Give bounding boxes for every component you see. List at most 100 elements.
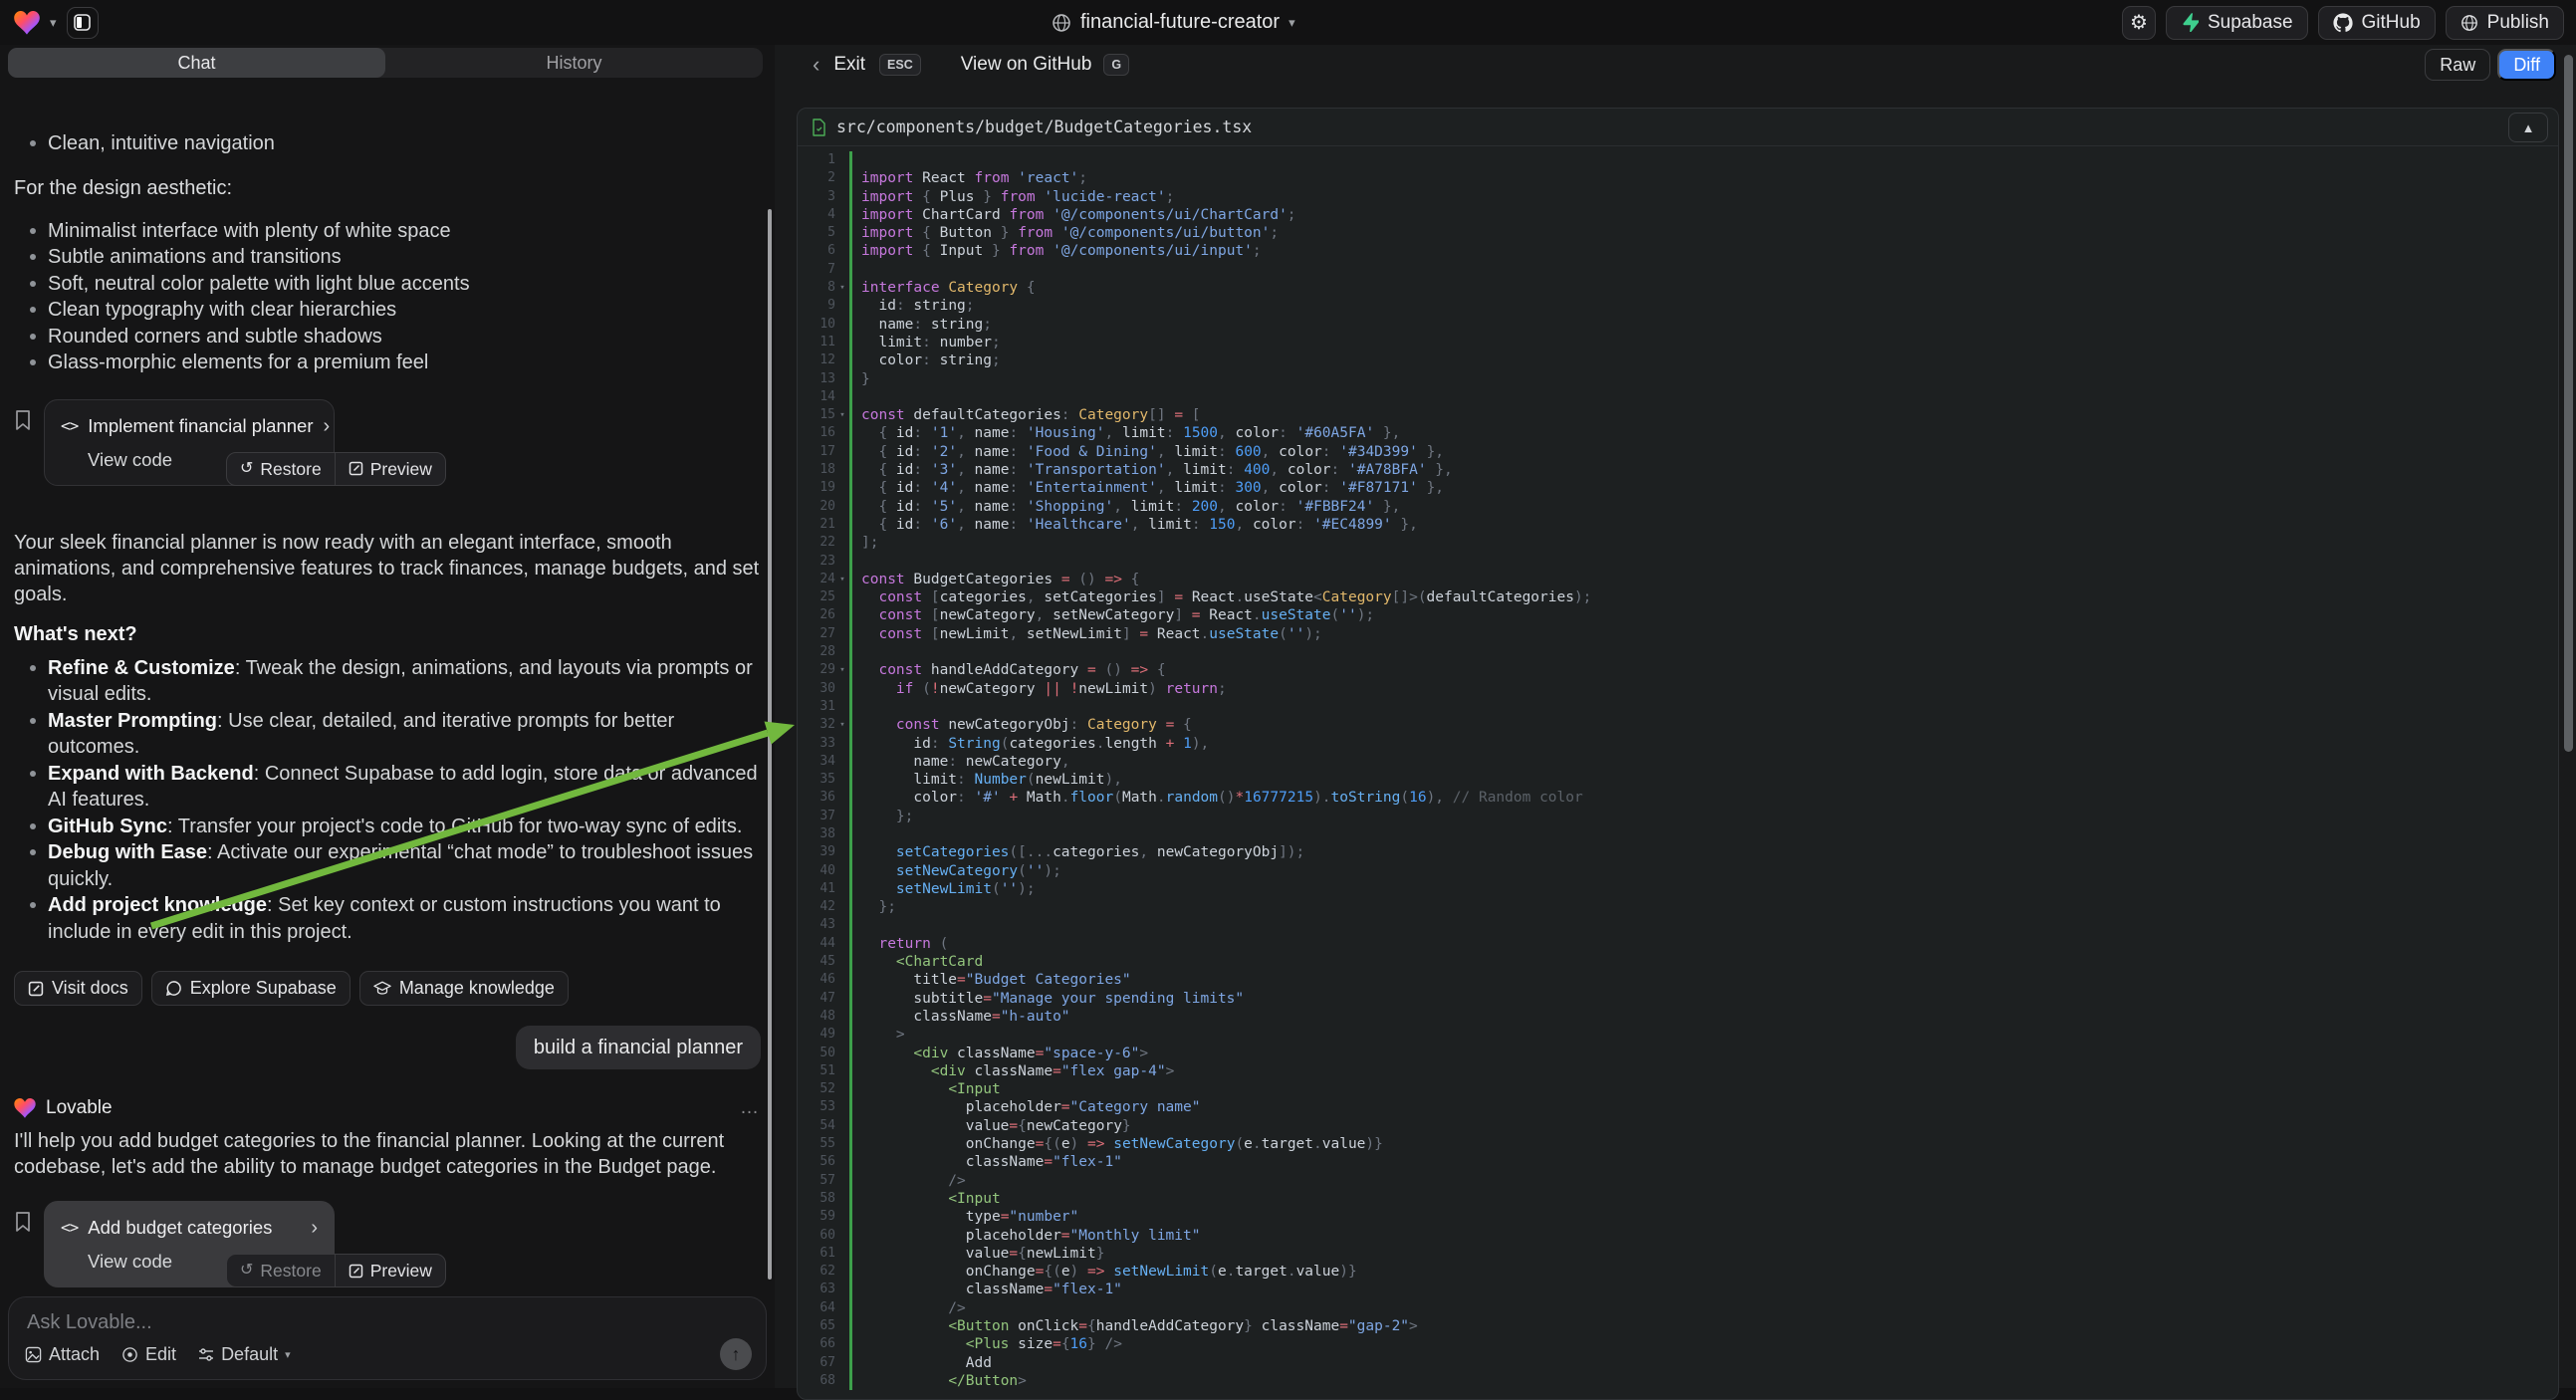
line-number: 40 (798, 862, 835, 880)
bullet-item: Refine & Customize: Tweak the design, an… (14, 655, 761, 708)
back-chevron-icon[interactable]: ‹ (813, 52, 820, 78)
chat-scrollbar[interactable] (768, 209, 772, 1280)
restore-button[interactable]: ↺ Restore (227, 453, 335, 485)
bullet-item: Glass-morphic elements for a premium fee… (14, 350, 761, 376)
version-card-add-budget-categories[interactable]: <> Add budget categories › View code ↺ R… (44, 1201, 335, 1287)
fold-chevron-icon (835, 1098, 849, 1116)
chevron-down-icon: ▾ (1288, 15, 1295, 31)
fold-chevron-icon (835, 461, 849, 479)
code-line: 23 (798, 553, 2558, 571)
code-line: 13} (798, 370, 2558, 388)
send-button[interactable]: ↑ (720, 1338, 752, 1370)
line-number: 20 (798, 498, 835, 516)
line-number: 6 (798, 242, 835, 260)
restore-button[interactable]: ↺ Restore (227, 1255, 335, 1286)
code-line: 14 (798, 388, 2558, 406)
tab-chat[interactable]: Chat (8, 48, 385, 78)
line-number: 9 (798, 297, 835, 315)
chevron-right-icon: › (324, 413, 331, 439)
fold-chevron-icon[interactable]: ▾ (835, 406, 849, 424)
version-toolbar: ↺ Restore Preview (226, 1254, 446, 1287)
line-number: 25 (798, 588, 835, 606)
line-number: 35 (798, 771, 835, 789)
code-line: 65 <Button onClick={handleAddCategory} c… (798, 1317, 2558, 1335)
line-number: 60 (798, 1227, 835, 1245)
github-icon (2333, 13, 2353, 33)
fold-chevron-icon (835, 534, 849, 552)
line-number: 31 (798, 698, 835, 716)
fold-chevron-icon (835, 242, 849, 260)
github-button[interactable]: GitHub (2318, 6, 2436, 40)
exit-button[interactable]: Exit (833, 54, 865, 76)
line-number: 36 (798, 789, 835, 807)
line-number: 52 (798, 1080, 835, 1098)
project-selector[interactable]: financial-future-creator ▾ (1052, 0, 1295, 45)
line-number: 4 (798, 206, 835, 224)
code-line: 10 name: string; (798, 316, 2558, 334)
window-scrollbar[interactable] (2564, 55, 2573, 752)
version-card-implement-financial-planner[interactable]: <> Implement financial planner › View co… (44, 399, 335, 486)
fold-chevron-icon[interactable]: ▾ (835, 279, 849, 297)
line-number: 22 (798, 534, 835, 552)
code-line: 12 color: string; (798, 351, 2558, 369)
fold-chevron-icon (835, 843, 849, 861)
code-line: 4import ChartCard from '@/components/ui/… (798, 206, 2558, 224)
fold-chevron-icon[interactable]: ▾ (835, 571, 849, 588)
assistant-name: Lovable (46, 1095, 113, 1121)
chevron-down-icon[interactable]: ▾ (50, 15, 57, 31)
code-line: 66 <Plus size={16} /> (798, 1335, 2558, 1353)
supabase-button[interactable]: Supabase (2166, 6, 2308, 40)
code-line: 22]; (798, 534, 2558, 552)
code-line: 1 (798, 151, 2558, 169)
edit-button[interactable]: Edit (121, 1344, 176, 1365)
code-editor[interactable]: 12import React from 'react';3import { Pl… (798, 146, 2558, 1390)
line-number: 44 (798, 935, 835, 953)
file-path: src/components/budget/BudgetCategories.t… (836, 117, 1252, 136)
restore-icon: ↺ (240, 456, 253, 482)
collapse-file-button[interactable]: ▲ (2508, 113, 2548, 142)
fold-chevron-icon[interactable]: ▾ (835, 661, 849, 679)
code-line: 25 const [categories, setCategories] = R… (798, 588, 2558, 606)
code-icon: <> (61, 1215, 78, 1241)
restore-icon: ↺ (240, 1258, 253, 1283)
file-header[interactable]: src/components/budget/BudgetCategories.t… (798, 109, 2558, 146)
settings-button[interactable]: ⚙ (2122, 6, 2156, 40)
code-line: 38 (798, 825, 2558, 843)
graduation-cap-icon (373, 981, 391, 997)
lovable-heart-logo[interactable] (14, 11, 40, 35)
code-line: 5import { Button } from '@/components/ui… (798, 224, 2558, 242)
code-line: 41 setNewLimit(''); (798, 880, 2558, 898)
bookmark-icon[interactable] (14, 409, 32, 431)
fold-chevron-icon (835, 1026, 849, 1044)
explore-supabase-button[interactable]: Explore Supabase (151, 971, 351, 1006)
chat-input-box[interactable]: Ask Lovable... Attach Edit (8, 1296, 767, 1380)
visit-docs-button[interactable]: Visit docs (14, 971, 142, 1006)
message-options-button[interactable]: … (740, 1095, 761, 1121)
mode-selector[interactable]: Default ▾ (198, 1344, 291, 1365)
view-on-github-link[interactable]: View on GitHub (961, 54, 1092, 76)
fold-chevron-icon (835, 971, 849, 989)
fold-chevron-icon (835, 880, 849, 898)
fold-chevron-icon[interactable]: ▾ (835, 716, 849, 734)
fold-chevron-icon (835, 625, 849, 643)
tab-history[interactable]: History (385, 48, 763, 78)
sidebar-toggle-button[interactable] (67, 7, 99, 39)
diff-button[interactable]: Diff (2497, 49, 2556, 81)
manage-knowledge-button[interactable]: Manage knowledge (359, 971, 569, 1006)
publish-globe-icon (2460, 14, 2478, 32)
fold-chevron-icon (835, 297, 849, 315)
fold-chevron-icon (835, 1008, 849, 1026)
code-line: 3import { Plus } from 'lucide-react'; (798, 188, 2558, 206)
preview-button[interactable]: Preview (335, 1255, 445, 1286)
code-line: 64 /> (798, 1299, 2558, 1317)
attach-button[interactable]: Attach (25, 1344, 100, 1365)
line-number: 26 (798, 606, 835, 624)
bullet-item: Minimalist interface with plenty of whit… (14, 218, 761, 245)
preview-button[interactable]: Preview (335, 453, 445, 485)
bookmark-icon[interactable] (14, 1211, 32, 1233)
line-number: 28 (798, 643, 835, 661)
raw-button[interactable]: Raw (2425, 49, 2490, 81)
fold-chevron-icon (835, 606, 849, 624)
publish-button[interactable]: Publish (2446, 6, 2564, 40)
github-label: GitHub (2362, 12, 2421, 34)
